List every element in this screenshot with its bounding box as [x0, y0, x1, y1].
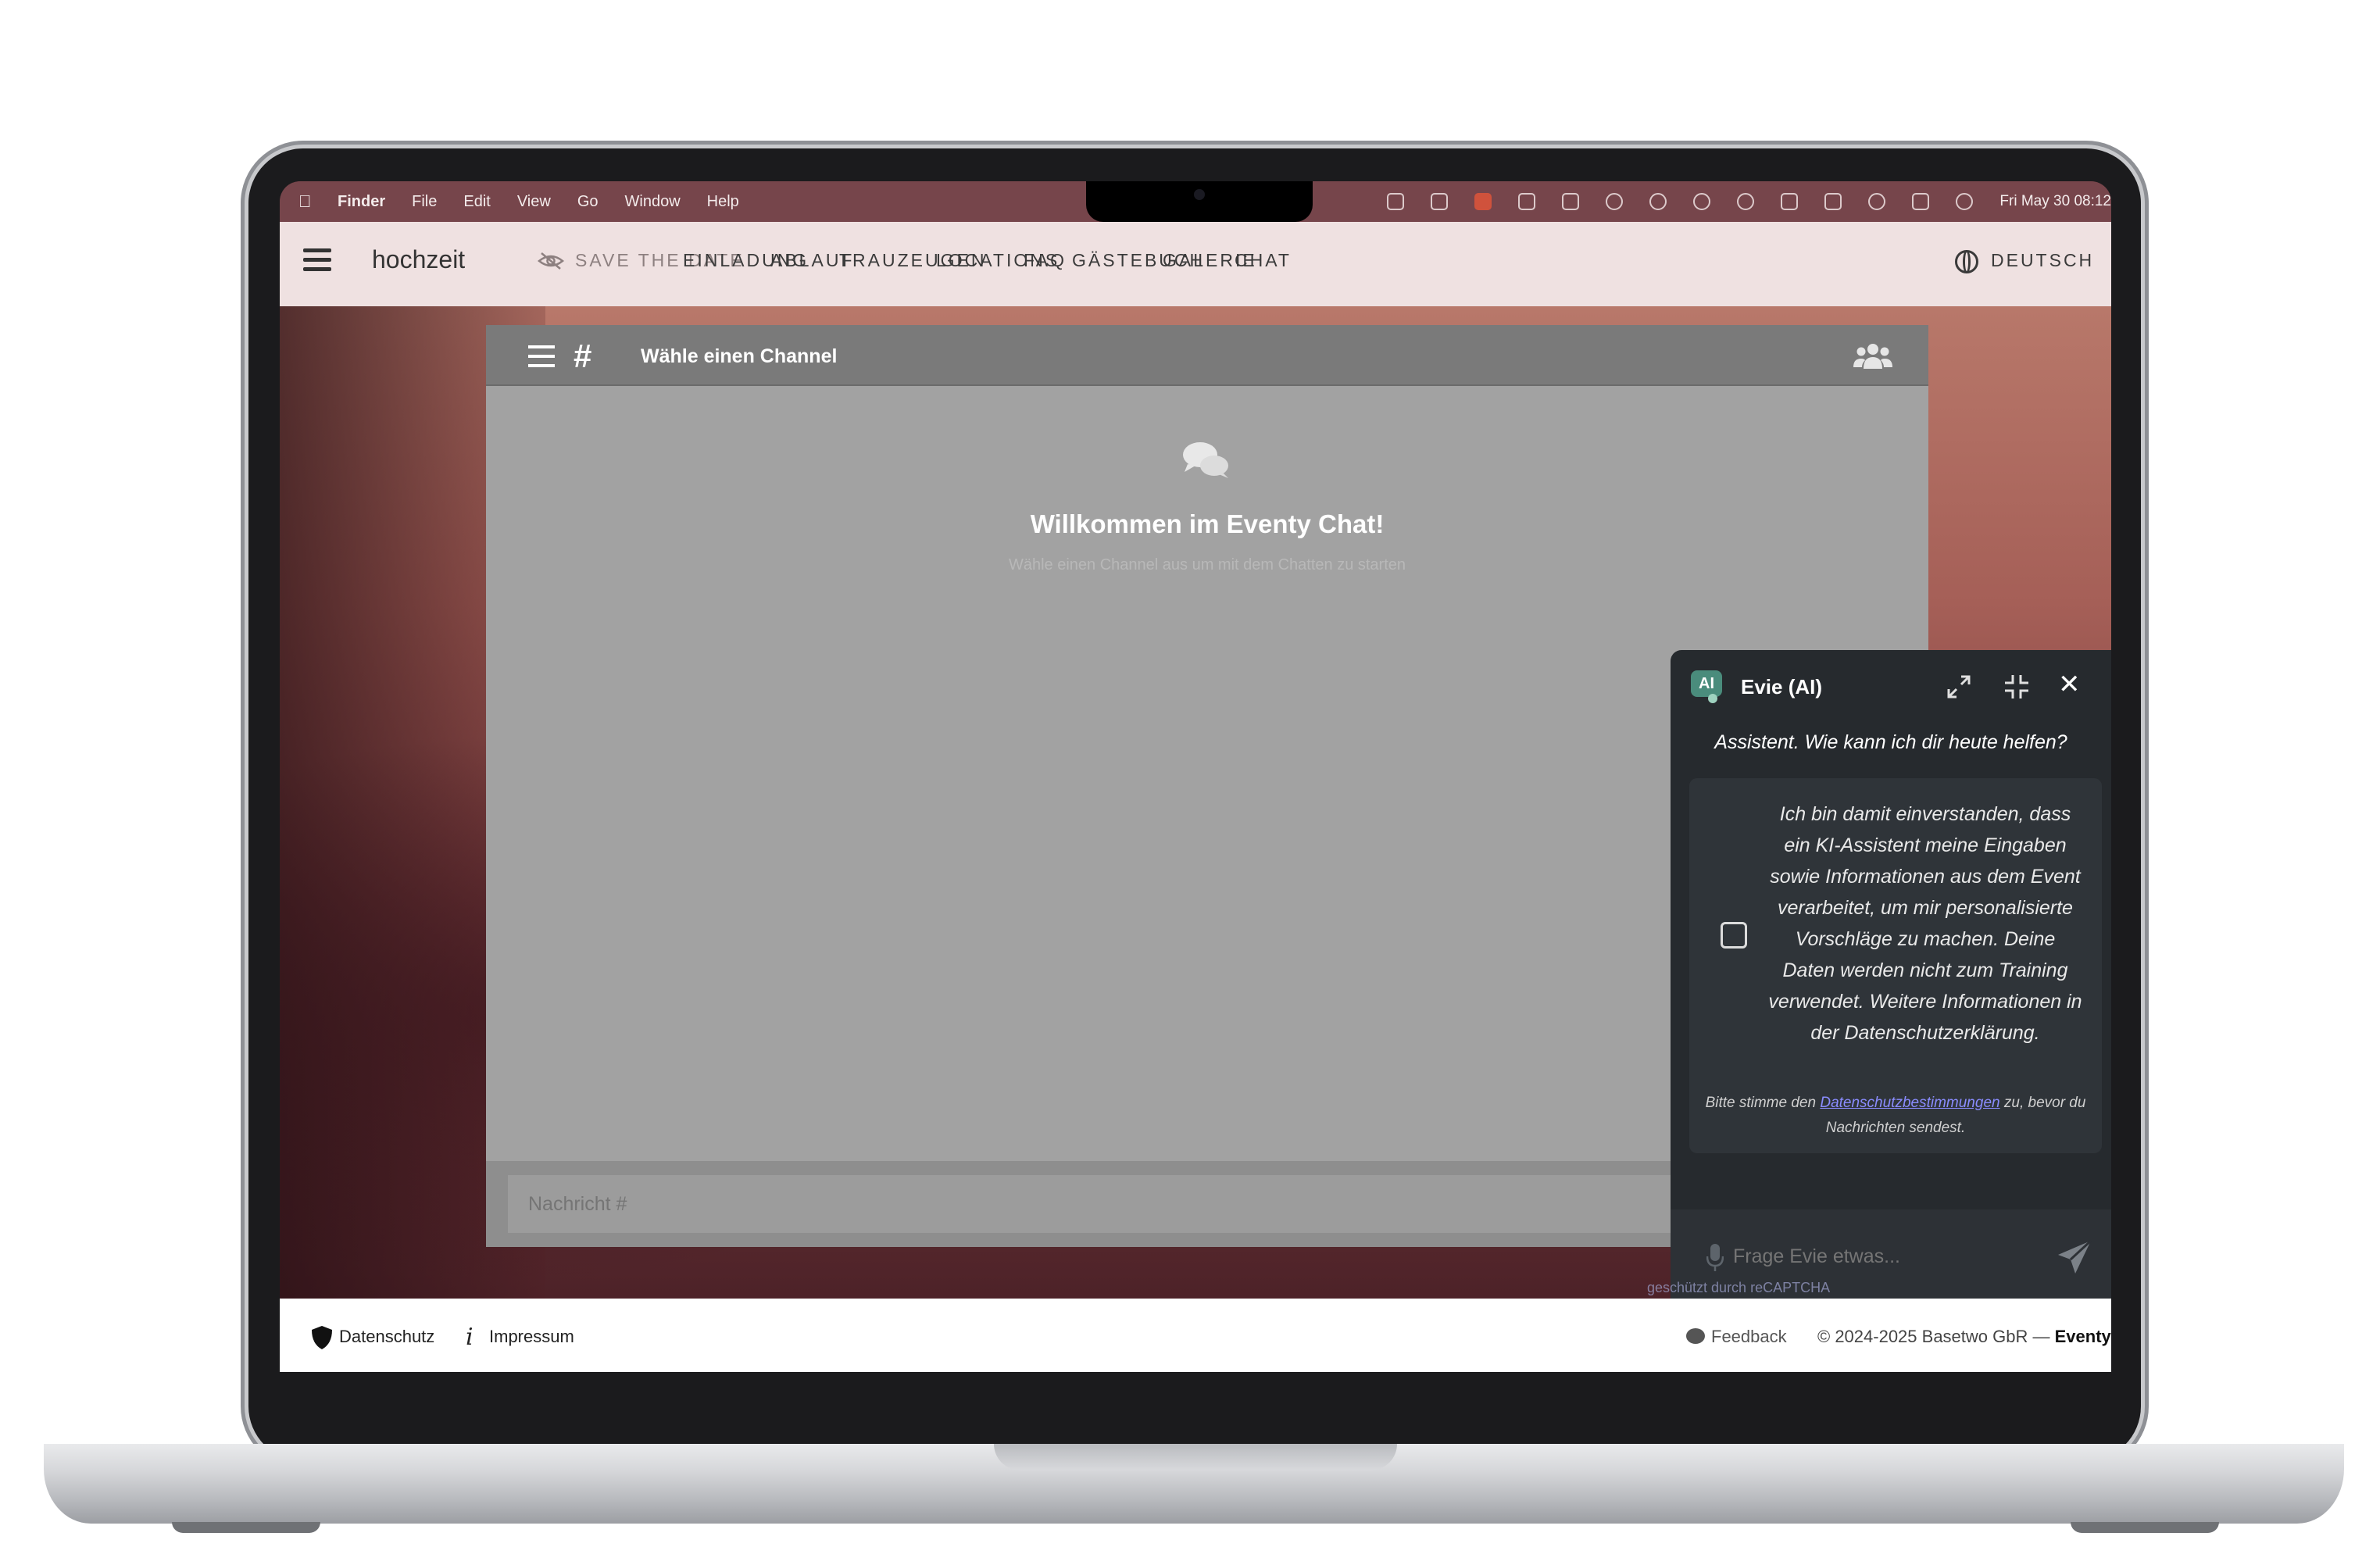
language-selector[interactable]: DEUTSCH	[1991, 250, 2094, 271]
microphone-icon[interactable]	[1706, 1242, 1724, 1272]
copyright-text: © 2024-2025 Basetwo GbR —	[1817, 1327, 2055, 1346]
privacy-link[interactable]: Datenschutzbestimmungen	[1820, 1095, 1999, 1111]
ai-question-input[interactable]	[1733, 1234, 2038, 1278]
brightness-icon[interactable]	[1606, 193, 1624, 210]
bluetooth-icon[interactable]	[1781, 193, 1799, 210]
comment-icon	[1686, 1328, 1705, 1344]
chat-bubbles-icon	[1183, 442, 1228, 478]
keyboard-icon[interactable]	[1431, 193, 1449, 210]
status-area: Fri May 30 08:12	[1387, 181, 2111, 222]
menu-view[interactable]: View	[517, 193, 551, 211]
laptop-opening-notch	[994, 1444, 1397, 1470]
screen-notch	[1086, 181, 1313, 222]
control-center-icon[interactable]	[1912, 193, 1930, 210]
menu-go[interactable]: Go	[577, 193, 599, 211]
site-footer: Datenschutz i Impressum Feedback © 2024-…	[280, 1299, 2111, 1372]
chat-header: # Wähle einen Channel	[486, 325, 1928, 386]
close-icon[interactable]: ✕	[2058, 669, 2081, 700]
wifi-icon[interactable]	[1868, 193, 1886, 210]
channel-list-icon[interactable]	[528, 345, 555, 367]
site-menu-icon[interactable]	[303, 248, 331, 272]
moon-icon[interactable]	[1693, 193, 1711, 210]
siri-icon[interactable]	[1956, 193, 1974, 210]
site-navbar: hochzeit SAVE THE DATE EINLADUNG ABLAUF …	[280, 222, 2111, 306]
cloud-app-icon[interactable]	[1474, 193, 1492, 210]
footer-copyright: © 2024-2025 Basetwo GbR — Eventy	[1817, 1327, 2111, 1347]
ai-title: Evie (AI)	[1741, 675, 1823, 698]
consent-text: Ich bin damit einverstanden, dass ein KI…	[1768, 803, 2082, 1044]
laptop-foot-right	[2071, 1522, 2219, 1533]
recaptcha-badge: geschützt durch reCAPTCHA	[1647, 1280, 1831, 1295]
consent-box: Ich bin damit einverstanden, dass ein KI…	[1689, 778, 2102, 1153]
menu-edit[interactable]: Edit	[463, 193, 490, 211]
nav-faq[interactable]: FAQ	[1024, 250, 1067, 271]
menu-window[interactable]: Window	[625, 193, 681, 211]
apple-icon[interactable]: 	[298, 191, 316, 212]
globe-icon[interactable]	[1955, 250, 1978, 273]
welcome-subtitle: Wähle einen Channel aus um mit dem Chatt…	[1008, 556, 1406, 573]
users-icon[interactable]	[1853, 342, 1892, 370]
compress-icon[interactable]	[2003, 673, 2030, 700]
play-icon[interactable]	[1737, 193, 1755, 210]
nav-chat[interactable]: CHAT	[1235, 250, 1292, 271]
screen:  Finder File Edit View Go Window Help	[280, 181, 2111, 1372]
hash-icon: #	[574, 338, 592, 374]
teams-icon[interactable]	[1562, 193, 1580, 210]
copyright-brand[interactable]: Eventy	[2055, 1327, 2111, 1346]
outlook-icon[interactable]	[1387, 193, 1405, 210]
expand-icon[interactable]	[1946, 673, 1972, 700]
battery-icon[interactable]	[1824, 193, 1842, 210]
send-icon[interactable]	[2057, 1239, 2092, 1275]
footer-feedback-link[interactable]: Feedback	[1711, 1327, 1787, 1347]
consent-note: Bitte stimme den Datenschutzbestimmungen…	[1703, 1091, 2088, 1141]
ai-assistant-panel: AI Evie (AI) ✕ Assistent. Wie kann ich d…	[1671, 650, 2111, 1306]
laptop-mockup:  Finder File Edit View Go Window Help	[0, 0, 2380, 1547]
info-icon: i	[466, 1324, 473, 1351]
shield-icon	[312, 1326, 332, 1349]
consent-note-text: Bitte stimme den	[1705, 1095, 1821, 1111]
laptop-foot-left	[172, 1522, 320, 1533]
welcome-title: Willkommen im Eventy Chat!	[1030, 509, 1385, 538]
menubar-clock[interactable]: Fri May 30 08:12	[1999, 193, 2111, 210]
openai-icon[interactable]	[1649, 193, 1667, 210]
site-brand[interactable]: hochzeit	[372, 245, 465, 274]
ai-greeting: Assistent. Wie kann ich dir heute helfen…	[1714, 731, 2067, 753]
consent-checkbox[interactable]	[1721, 922, 1747, 949]
menu-finder[interactable]: Finder	[338, 193, 385, 211]
window-icon[interactable]	[1518, 193, 1536, 210]
menu-file[interactable]: File	[412, 193, 437, 211]
footer-imprint-link[interactable]: Impressum	[489, 1327, 574, 1347]
camera	[1194, 189, 1205, 200]
eye-slash-icon	[538, 252, 564, 270]
ai-badge-icon: AI	[1691, 670, 1722, 697]
footer-privacy-link[interactable]: Datenschutz	[339, 1327, 434, 1347]
channel-title: Wähle einen Channel	[641, 345, 838, 367]
ai-header: AI Evie (AI) ✕	[1671, 650, 2111, 728]
ai-status-dot	[1708, 694, 1717, 703]
menu-help[interactable]: Help	[707, 193, 739, 211]
